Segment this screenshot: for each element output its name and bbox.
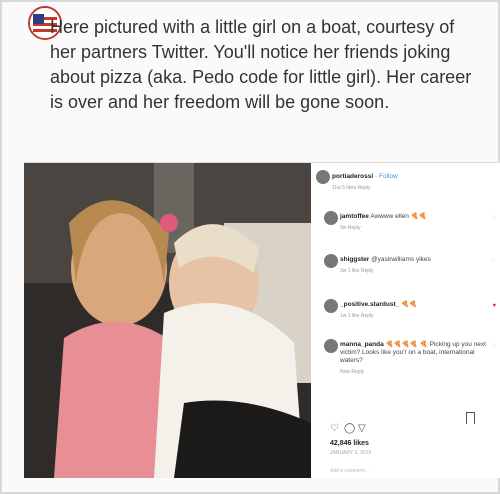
commenter-avatar <box>324 254 338 268</box>
like-heart-icon[interactable]: ♡ <box>491 343 496 350</box>
comment: _positive.stardust_ 🍕🍕 1w 1 like Reply <box>324 299 500 320</box>
comment-meta: 3w 1 like Reply <box>340 268 374 274</box>
comment-username[interactable]: shiggster <box>340 256 369 263</box>
commenter-avatar <box>316 170 330 184</box>
commenter-avatar <box>324 211 338 225</box>
comment-meta: Now Reply <box>340 369 365 375</box>
share-icon[interactable]: ▽ <box>358 423 366 434</box>
comment: manna_panda 🍕🍕🍕🍕 🍕 Picking up you next v… <box>324 339 490 376</box>
like-heart-icon[interactable]: ♡ <box>491 215 496 222</box>
screenshot-frame: Here pictured with a little girl on a bo… <box>0 0 500 494</box>
instagram-post: portiaderossi · Follow 11w 5 likes Reply… <box>24 162 500 478</box>
follow-link[interactable]: Follow <box>379 173 398 180</box>
post-photo <box>24 163 311 478</box>
like-heart-icon[interactable]: ♡ <box>491 258 496 265</box>
comment-text: Awwww ellen 🍕🍕 <box>370 213 427 220</box>
comment: jamtoffee Awwww ellen 🍕🍕 9w Reply <box>324 211 500 232</box>
commenter-avatar <box>324 339 338 353</box>
comment-username[interactable]: jamtoffee <box>340 213 369 220</box>
like-heart-icon[interactable]: ♥ <box>492 303 496 309</box>
comment-username[interactable]: manna_panda <box>340 341 384 348</box>
poster-username[interactable]: portiaderossi <box>332 173 373 180</box>
post-actions: ♡ ◯ ▽ <box>330 423 500 435</box>
add-comment-input[interactable]: Add a comment... <box>330 468 369 474</box>
comments-panel: portiaderossi · Follow 11w 5 likes Reply… <box>314 163 500 478</box>
post-date: JANUARY 3, 2015 <box>330 450 372 456</box>
comment-text: 🍕🍕 <box>401 301 418 308</box>
comment-username[interactable]: _positive.stardust_ <box>340 301 399 308</box>
comment-text: @yasirwilliams yikes <box>371 256 431 263</box>
comment-icon[interactable]: ◯ <box>344 423 355 434</box>
heart-icon[interactable]: ♡ <box>330 423 339 434</box>
comment-meta: 1w 1 like Reply <box>340 313 374 319</box>
comment: shiggster @yasirwilliams yikes 3w 1 like… <box>324 254 500 275</box>
bookmark-icon[interactable] <box>466 412 475 424</box>
post-caption: Here pictured with a little girl on a bo… <box>50 17 472 112</box>
post-header: portiaderossi · Follow 11w 5 likes Reply <box>316 170 500 192</box>
likes-count: 42,846 likes <box>330 440 369 447</box>
commenter-avatar <box>324 299 338 313</box>
post-meta: 11w 5 likes Reply <box>332 185 371 191</box>
comment-meta: 9w Reply <box>340 225 361 231</box>
